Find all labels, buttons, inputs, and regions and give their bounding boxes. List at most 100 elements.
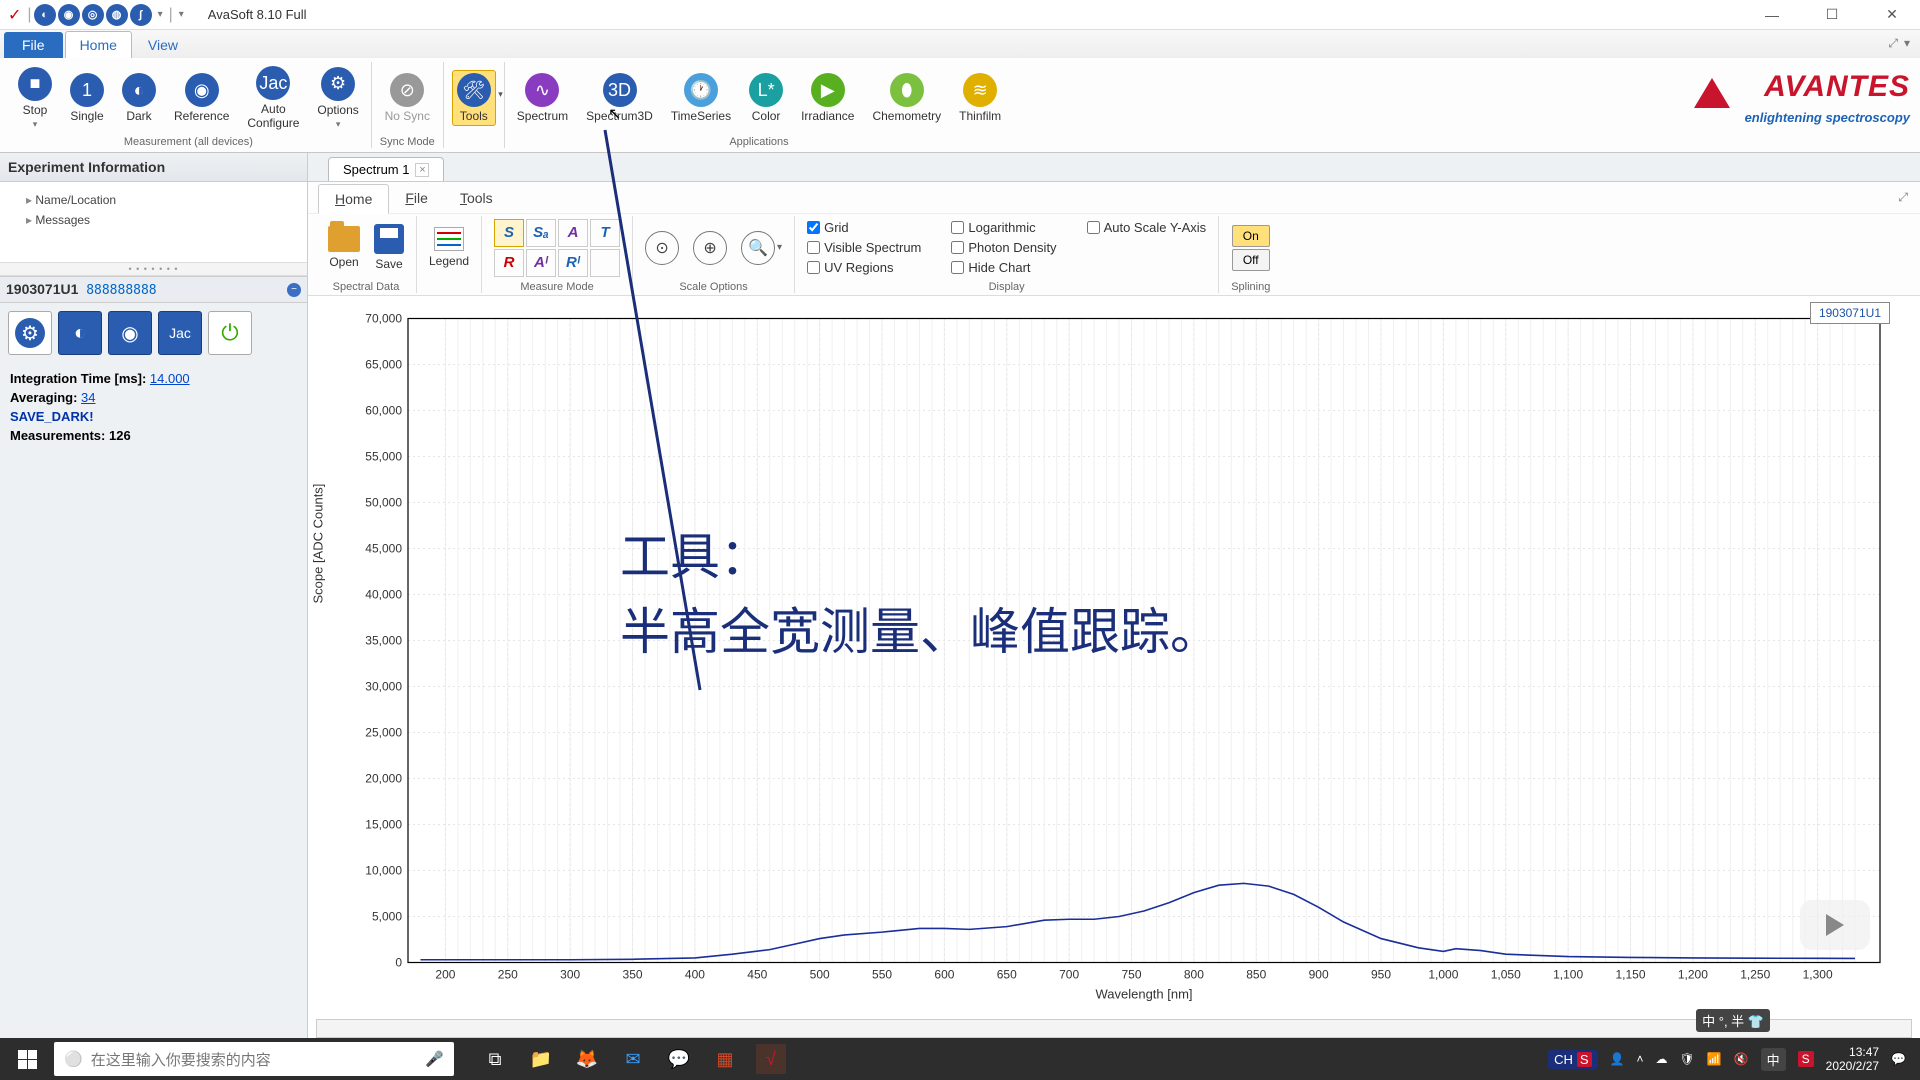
ribbon-help-icon[interactable]: ▾ [1904, 36, 1910, 51]
device-jac-button[interactable]: Jac [158, 311, 202, 355]
device-settings-button[interactable]: ⚙ [8, 311, 52, 355]
svg-text:850: 850 [1246, 968, 1266, 982]
ribbon-collapse-icon[interactable]: ⤢ [1888, 36, 1898, 51]
no-sync-button[interactable]: ⊘No Sync [381, 71, 434, 125]
zoom-dropdown[interactable]: 🔍▾ [741, 231, 782, 265]
averaging-value[interactable]: 34 [81, 390, 95, 405]
qat-icon-5[interactable]: ∫ [130, 4, 152, 26]
sub-tab-file[interactable]: File [389, 184, 444, 213]
ime-zh-badge[interactable]: 中 [1761, 1048, 1786, 1071]
sub-tab-home[interactable]: Home [318, 184, 389, 214]
mode-refl[interactable]: R [494, 249, 524, 277]
mode-scope-abs[interactable]: Sₐ [526, 219, 556, 247]
uv-regions-checkbox[interactable]: UV Regions [807, 260, 921, 275]
svg-text:1,050: 1,050 [1491, 968, 1521, 982]
zoom-reset-icon[interactable]: ⊙ [645, 231, 679, 265]
device-ref-button[interactable]: ◉ [108, 311, 152, 355]
explorer-icon[interactable]: 📁 [526, 1044, 556, 1074]
tray-cloud-icon[interactable]: ☁ [1655, 1052, 1667, 1066]
stop-button[interactable]: ■Stop▾ [14, 65, 56, 132]
maximize-button[interactable]: ☐ [1812, 3, 1852, 27]
sub-tab-tools[interactable]: Tools [444, 184, 509, 213]
reference-button[interactable]: ◉Reference [170, 71, 233, 125]
log-checkbox[interactable]: Logarithmic [951, 220, 1056, 235]
device-dark-button[interactable]: ◐ [58, 311, 102, 355]
integration-time-label: Integration Time [ms]: [10, 371, 150, 386]
mode-trans[interactable]: T [590, 219, 620, 247]
close-button[interactable]: ✕ [1872, 3, 1912, 27]
play-overlay-icon[interactable] [1800, 900, 1870, 950]
avasoft-taskbar-icon[interactable]: √ [756, 1044, 786, 1074]
collapse-icon[interactable]: − [287, 283, 301, 297]
qat-icon-4[interactable]: ◍ [106, 4, 128, 26]
hide-chart-checkbox[interactable]: Hide Chart [951, 260, 1056, 275]
photon-checkbox[interactable]: Photon Density [951, 240, 1056, 255]
color-button[interactable]: L*Color [745, 71, 787, 125]
mode-rel-irr[interactable]: Rᴵ [558, 249, 588, 277]
ime-ch-badge[interactable]: CHS [1548, 1050, 1597, 1069]
tray-defender-icon[interactable]: 🛡 [1679, 1052, 1694, 1066]
splining-on-button[interactable]: On [1232, 225, 1270, 247]
sub-tabs: Home File Tools ⤢ [308, 182, 1920, 214]
tree-messages[interactable]: Messages [10, 210, 297, 230]
tray-up-icon[interactable]: ˄ [1636, 1052, 1643, 1066]
qat-icon-3[interactable]: ◎ [82, 4, 104, 26]
splining-off-button[interactable]: Off [1232, 249, 1270, 271]
timeseries-button[interactable]: 🕐TimeSeries [667, 71, 735, 125]
tray-wifi-icon[interactable]: 📶 [1707, 1052, 1722, 1066]
save-button[interactable]: Save [374, 224, 404, 271]
options-button[interactable]: ⚙Options▾ [313, 65, 362, 132]
tray-notifications-icon[interactable]: 💬 [1891, 1052, 1906, 1066]
svg-text:0: 0 [395, 956, 402, 970]
powerpoint-icon[interactable]: ▦ [710, 1044, 740, 1074]
qat-icon-1[interactable]: ◐ [34, 4, 56, 26]
view-tab[interactable]: View [134, 32, 192, 58]
mode-abs-irr[interactable]: Aᴵ [526, 249, 556, 277]
wechat-icon[interactable]: 💬 [664, 1044, 694, 1074]
tray-sogou-icon[interactable]: S [1798, 1051, 1814, 1067]
tree-name-location[interactable]: Name/Location [10, 190, 297, 210]
grid-checkbox[interactable]: Grid [807, 220, 921, 235]
ime-floating-badge[interactable]: 中 °, 半 👕 [1696, 1009, 1770, 1032]
qat-icon-2[interactable]: ◉ [58, 4, 80, 26]
autoscale-checkbox[interactable]: Auto Scale Y-Axis [1087, 220, 1207, 235]
tray-people-icon[interactable]: 👤 [1610, 1052, 1625, 1066]
auto-configure-button[interactable]: JacAuto Configure [243, 64, 303, 132]
home-tab[interactable]: Home [65, 31, 132, 58]
spectrum3d-button[interactable]: 3DSpectrum3D [582, 71, 657, 125]
legend-button[interactable]: Legend [429, 227, 469, 268]
taskbar-search[interactable]: ⚪ 在这里输入你要搜索的内容 🎤 [54, 1042, 454, 1076]
chemometry-button[interactable]: ⬮Chemometry [868, 71, 945, 125]
minimize-button[interactable]: — [1752, 3, 1792, 27]
zoom-in-icon[interactable]: ⊕ [693, 231, 727, 265]
sub-ribbon-collapse-icon[interactable]: ⤢ [1898, 190, 1908, 205]
mic-icon[interactable]: 🎤 [425, 1050, 444, 1068]
close-tab-icon[interactable]: × [415, 163, 429, 177]
irradiance-button[interactable]: ▶Irradiance [797, 71, 858, 125]
spectrum-button[interactable]: ∿Spectrum [513, 71, 572, 125]
tools-button[interactable]: 🛠Tools▾ [452, 70, 496, 126]
visible-spectrum-checkbox[interactable]: Visible Spectrum [807, 240, 921, 255]
qat-overflow[interactable]: ▾ [175, 9, 188, 20]
dark-button[interactable]: ◐Dark [118, 71, 160, 125]
device-header[interactable]: 1903071U1 888888888 − [0, 276, 307, 303]
thinfilm-button[interactable]: ≋Thinfilm [955, 71, 1005, 125]
folder-icon [328, 226, 360, 252]
start-button[interactable] [6, 1041, 48, 1077]
mode-abs[interactable]: A [558, 219, 588, 247]
firefox-icon[interactable]: 🦊 [572, 1044, 602, 1074]
mode-scope[interactable]: S [494, 219, 524, 247]
device-power-button[interactable]: ⏻ [208, 311, 252, 355]
device-info: Integration Time [ms]: 14.000 Averaging:… [0, 363, 307, 451]
tray-clock[interactable]: 13:47 2020/2/27 [1826, 1045, 1879, 1074]
splitter-handle[interactable]: • • • • • • • [0, 262, 307, 276]
file-tab[interactable]: File [4, 32, 63, 58]
single-button[interactable]: 1Single [66, 71, 108, 125]
integration-time-value[interactable]: 14.000 [150, 371, 190, 386]
tray-volume-icon[interactable]: 🔇 [1734, 1052, 1749, 1066]
task-view-icon[interactable]: ⧉ [480, 1044, 510, 1074]
spectrum-tab[interactable]: Spectrum 1 × [328, 157, 444, 181]
qat-dropdown-icon[interactable]: ▾ [154, 9, 167, 20]
open-button[interactable]: Open [328, 226, 360, 269]
mail-icon[interactable]: ✉ [618, 1044, 648, 1074]
